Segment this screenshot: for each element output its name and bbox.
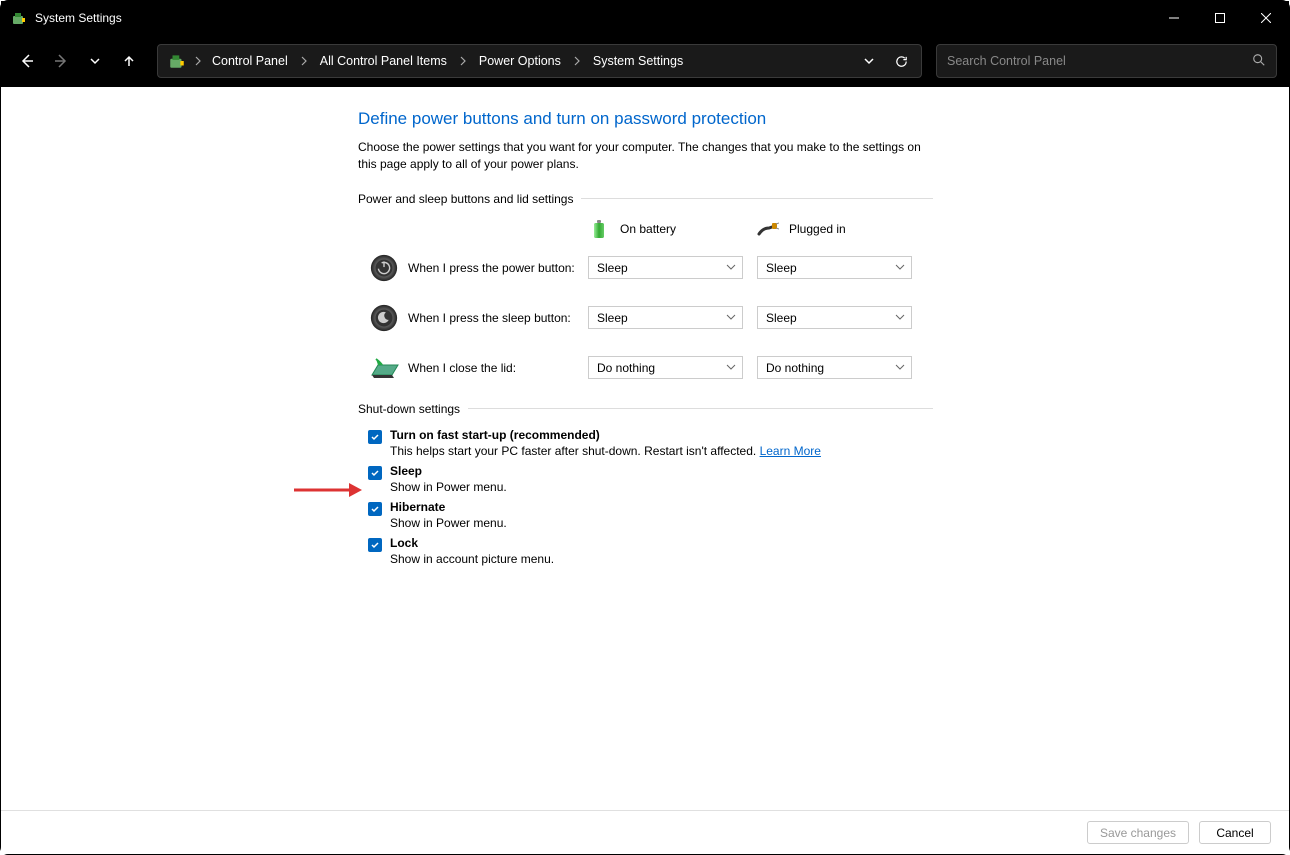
save-changes-button[interactable]: Save changes (1087, 821, 1189, 844)
checkbox-description: This helps start your PC faster after sh… (390, 444, 821, 458)
shutdown-settings: Turn on fast start-up (recommended) This… (368, 428, 933, 566)
section-title: Power and sleep buttons and lid settings (358, 192, 933, 206)
breadcrumb: Control Panel All Control Panel Items Po… (206, 50, 689, 72)
battery-icon (588, 218, 610, 240)
chevron-down-icon (895, 312, 905, 323)
history-dropdown[interactable] (853, 45, 885, 77)
up-button[interactable] (115, 47, 143, 75)
checkbox-item-hibernate: Hibernate Show in Power menu. (368, 500, 933, 530)
power-row: When I press the power button: Sleep Sle… (368, 252, 933, 284)
chevron-right-icon (190, 56, 206, 66)
chevron-right-icon (455, 56, 471, 66)
checkbox[interactable] (368, 466, 382, 480)
power-row: When I close the lid: Do nothing Do noth… (368, 352, 933, 384)
lid-icon (368, 352, 400, 384)
breadcrumb-item[interactable]: All Control Panel Items (314, 50, 453, 72)
page-title: Define power buttons and turn on passwor… (358, 109, 933, 129)
maximize-button[interactable] (1197, 1, 1243, 35)
page-description: Choose the power settings that you want … (358, 139, 933, 174)
checkbox-description: Show in Power menu. (390, 480, 507, 494)
toolbar: Control Panel All Control Panel Items Po… (1, 35, 1289, 87)
close-button[interactable] (1243, 1, 1289, 35)
checkbox-label: Lock (390, 536, 554, 550)
minimize-button[interactable] (1151, 1, 1197, 35)
cancel-button[interactable]: Cancel (1199, 821, 1271, 844)
column-header-plugged: Plugged in (757, 218, 912, 240)
chevron-right-icon (569, 56, 585, 66)
plug-icon (757, 218, 779, 240)
app-icon (11, 10, 27, 26)
checkbox[interactable] (368, 430, 382, 444)
power-button-battery-select[interactable]: Sleep (588, 256, 743, 279)
row-label: When I press the sleep button: (408, 311, 588, 325)
power-settings-table: On battery Plugged in When I press the p… (368, 218, 933, 384)
power-row: When I press the sleep button: Sleep Sle… (368, 302, 933, 334)
forward-button[interactable] (47, 47, 75, 75)
checkbox-item-sleep: Sleep Show in Power menu. (368, 464, 933, 494)
power-button-plugged-select[interactable]: Sleep (757, 256, 912, 279)
sleep-button-plugged-select[interactable]: Sleep (757, 306, 912, 329)
checkbox-label: Turn on fast start-up (recommended) (390, 428, 821, 442)
breadcrumb-item[interactable]: System Settings (587, 50, 689, 72)
search-icon (1252, 53, 1266, 70)
search-bar[interactable] (936, 44, 1277, 78)
lid-battery-select[interactable]: Do nothing (588, 356, 743, 379)
chevron-right-icon (296, 56, 312, 66)
refresh-button[interactable] (885, 45, 917, 77)
chevron-down-icon (895, 262, 905, 273)
chevron-down-icon (726, 262, 736, 273)
search-input[interactable] (947, 54, 1252, 68)
window-title: System Settings (35, 11, 1151, 25)
chevron-down-icon (895, 362, 905, 373)
recent-dropdown[interactable] (81, 47, 109, 75)
checkbox-label: Sleep (390, 464, 507, 478)
column-label: On battery (620, 222, 676, 236)
power-button-icon (368, 252, 400, 284)
checkbox-item-lock: Lock Show in account picture menu. (368, 536, 933, 566)
footer: Save changes Cancel (1, 810, 1289, 854)
column-label: Plugged in (789, 222, 846, 236)
address-icon (168, 52, 186, 70)
learn-more-link[interactable]: Learn More (760, 444, 821, 458)
titlebar: System Settings (1, 1, 1289, 35)
arrow-annotation (294, 480, 364, 503)
column-header-battery: On battery (588, 218, 743, 240)
back-button[interactable] (13, 47, 41, 75)
row-label: When I close the lid: (408, 361, 588, 375)
checkbox-item-fast-startup: Turn on fast start-up (recommended) This… (368, 428, 933, 458)
section-title: Shut-down settings (358, 402, 933, 416)
checkbox-description: Show in account picture menu. (390, 552, 554, 566)
content-area: Define power buttons and turn on passwor… (1, 87, 1289, 810)
chevron-down-icon (726, 362, 736, 373)
row-label: When I press the power button: (408, 261, 588, 275)
checkbox[interactable] (368, 502, 382, 516)
checkbox[interactable] (368, 538, 382, 552)
address-bar[interactable]: Control Panel All Control Panel Items Po… (157, 44, 922, 78)
checkbox-label: Hibernate (390, 500, 507, 514)
checkbox-description: Show in Power menu. (390, 516, 507, 530)
chevron-down-icon (726, 312, 736, 323)
breadcrumb-item[interactable]: Control Panel (206, 50, 294, 72)
sleep-button-battery-select[interactable]: Sleep (588, 306, 743, 329)
lid-plugged-select[interactable]: Do nothing (757, 356, 912, 379)
sleep-button-icon (368, 302, 400, 334)
breadcrumb-item[interactable]: Power Options (473, 50, 567, 72)
